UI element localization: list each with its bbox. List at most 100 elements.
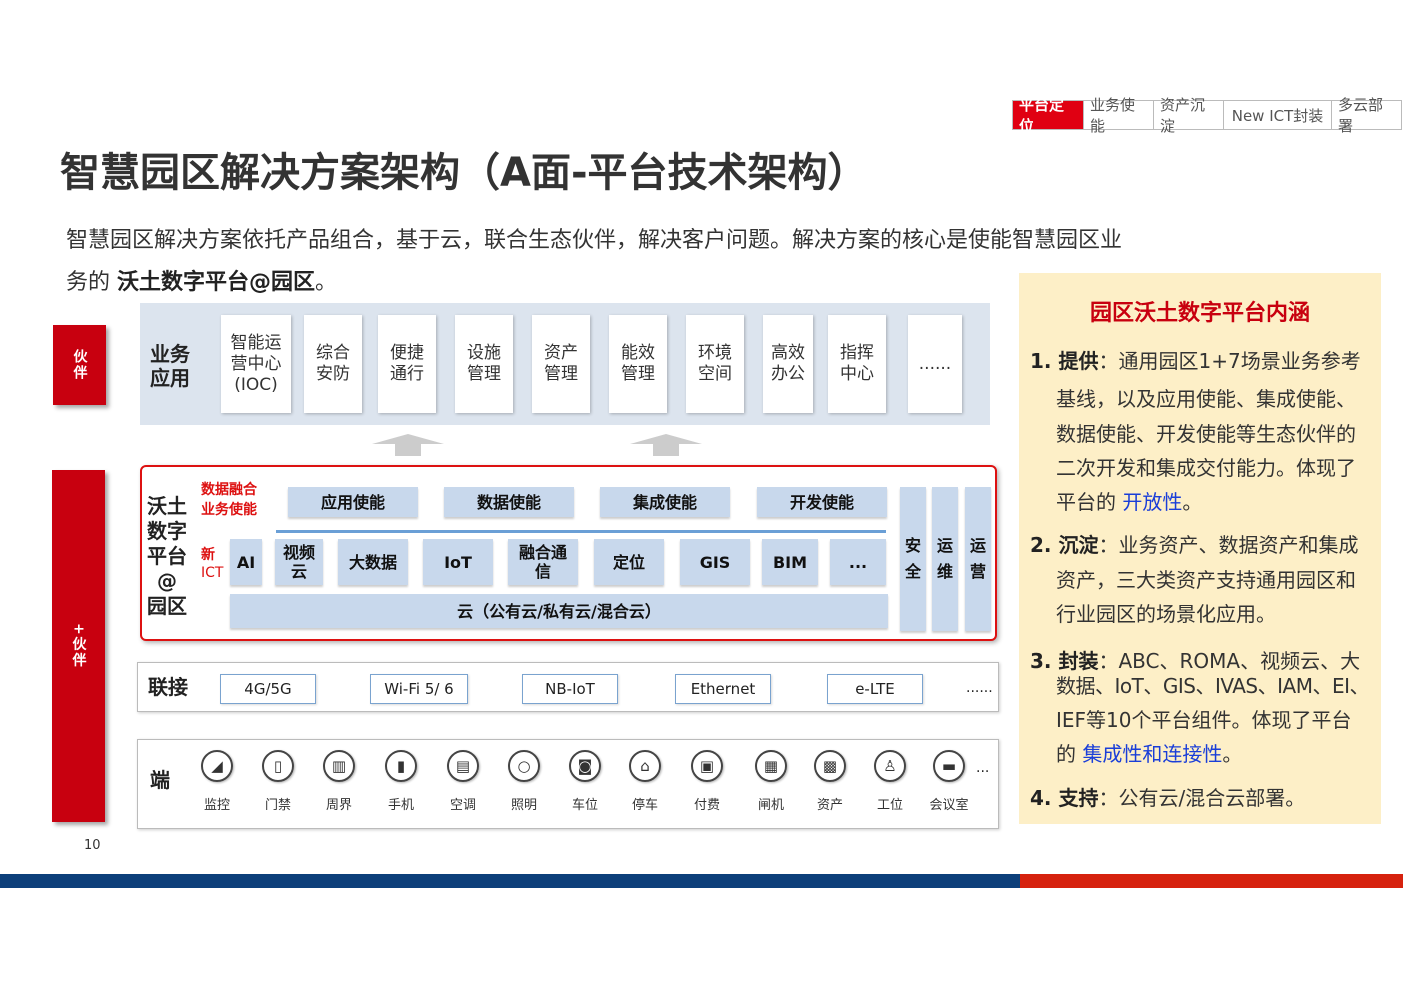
ict-video-cloud[interactable]: 视频云 [275,539,323,585]
conn-nb-iot[interactable]: NB-IoT [522,674,618,704]
point-number: 2. [1030,533,1059,557]
device-monitor[interactable]: ◢ 监控 [191,750,243,813]
app-card-more[interactable]: ...... [908,315,962,413]
panel-point-1: 1. 提供：通用园区1+7场景业务参考 [1030,345,1361,374]
tab-business-enablement[interactable]: 业务使能 [1083,96,1153,135]
tab-asset-accumulation[interactable]: 资产沉淀 [1153,96,1223,135]
panel-point-2-line: 资产，三大类资产支持通用园区和 [1056,568,1356,592]
app-card-asset[interactable]: 资产 管理 [532,315,590,413]
highlight-openness: 开放性 [1122,490,1183,514]
device-label: 工位 [876,798,903,813]
side-line: 维 [936,562,953,581]
ict-iot[interactable]: IoT [423,539,493,585]
platform-label-line: 园区 [147,594,187,618]
app-card-environment[interactable]: 环境 空间 [686,315,744,413]
side-line: 安 [904,536,921,555]
business-row-label-l2: 应用 [150,366,190,390]
app-card-security[interactable]: 综合 安防 [304,315,362,413]
app-card-facility[interactable]: 设施 管理 [455,315,513,413]
pay-icon: ▣ [691,750,723,782]
panel-point-1-line: 平台的 开放性。 [1056,486,1202,515]
enabler-integration[interactable]: 集成使能 [600,487,730,517]
device-label: 监控 [203,798,230,813]
device-gate[interactable]: ▦ 闸机 [745,750,797,813]
ict-bim[interactable]: BIM [762,539,818,585]
tab-new-ict[interactable]: New ICT封装 [1223,101,1331,129]
panel-point-4: 4. 支持：公有云/混合云部署。 [1030,782,1305,811]
up-arrow-icon [630,434,702,444]
conn-4g5g[interactable]: 4G/5G [220,674,316,704]
device-label: 闸机 [757,798,784,813]
device-parking-space[interactable]: ◙ 车位 [559,750,611,813]
ict-big-data[interactable]: 大数据 [338,539,408,585]
app-card-line: 便捷 [390,343,424,363]
enabler-data[interactable]: 数据使能 [444,487,574,517]
ict-positioning[interactable]: 定位 [594,539,664,585]
device-label: 会议室 [929,798,969,813]
app-card-office[interactable]: 高效 办公 [763,315,813,413]
device-workstation[interactable]: ♙ 工位 [864,750,916,813]
bulb-icon: ○ [508,750,540,782]
app-card-command[interactable]: 指挥 中心 [828,315,886,413]
connect-row-label: 联接 [148,675,188,699]
app-card-line: 中心 [840,364,874,384]
app-card-access[interactable]: 便捷 通行 [378,315,436,413]
point-head: 支持 [1058,786,1099,810]
tab-multi-cloud[interactable]: 多云部署 [1331,96,1401,135]
device-ac[interactable]: ▤ 空调 [437,750,489,813]
side-security[interactable]: 安全 [900,487,926,631]
side-operations[interactable]: 运营 [965,487,991,631]
point-number: 3. [1030,649,1059,673]
app-card-line: 办公 [771,364,805,384]
business-row-label-l1: 业务 [150,342,190,366]
app-card-line: 高效 [771,343,805,363]
device-phone[interactable]: ▮ 手机 [375,750,427,813]
side-om[interactable]: 运维 [932,487,958,631]
ict-line: 视频 [282,543,315,562]
platform-label-line: @ [157,569,177,593]
device-perimeter[interactable]: ▥ 周界 [313,750,365,813]
app-card-ioc[interactable]: 智能运 营中心 (IOC) [221,315,291,413]
ac-icon: ▤ [447,750,479,782]
device-lighting[interactable]: ○ 照明 [498,750,550,813]
cloud-bar[interactable]: 云（公有云/私有云/混合云） [230,594,888,628]
tab-platform-positioning[interactable]: 平台定位 [1013,96,1083,135]
side-line: 全 [904,562,921,581]
partner-label-top-text: 伙伴 [71,349,88,381]
app-card-energy[interactable]: 能效 管理 [609,315,667,413]
panel-point-1-line: 基线，以及应用使能、集成使能、 [1056,387,1356,411]
point-head: 沉淀 [1058,533,1099,557]
enablement-tag-l2: 业务使能 [201,502,257,518]
ict-ai[interactable]: AI [230,539,262,585]
app-card-line: 安防 [316,364,350,384]
app-card-line: (IOC) [234,374,278,395]
enablement-tag: 数据融合 业务使能 [201,480,257,520]
ict-more[interactable]: ... [830,539,886,585]
device-label: 车位 [571,798,598,813]
device-asset[interactable]: ▩ 资产 [804,750,856,813]
conn-elte[interactable]: e-LTE [827,674,923,704]
ict-unified-comm[interactable]: 融合通信 [508,539,578,585]
enabler-application[interactable]: 应用使能 [288,487,418,517]
up-arrow-icon [372,434,444,444]
panel-point-3-line: 数据、IoT、GIS、IVAS、IAM、EI、 [1056,674,1370,698]
camera-icon: ◢ [201,750,233,782]
device-door[interactable]: ▯ 门禁 [252,750,304,813]
device-payment[interactable]: ▣ 付费 [681,750,733,813]
device-label: 空调 [449,798,476,813]
panel-point-3-line: 的 集成性和连接性。 [1056,738,1242,767]
panel-point-3-line: IEF等10个平台组件。体现了平台 [1056,708,1352,732]
app-card-line: 管理 [621,364,655,384]
app-card-line: 空间 [698,364,732,384]
point-head: 提供 [1058,349,1099,373]
device-meeting-room[interactable]: ▬ 会议室 [923,750,975,813]
conn-ethernet[interactable]: Ethernet [675,674,771,704]
device-label: 照明 [510,798,537,813]
platform-label: 沃土 数字 平台 @ 园区 [147,494,187,619]
enabler-development[interactable]: 开发使能 [757,487,887,517]
ict-gis[interactable]: GIS [680,539,750,585]
device-parking[interactable]: ⌂ 停车 [619,750,671,813]
door-icon: ▯ [262,750,294,782]
conn-wifi[interactable]: Wi-Fi 5/ 6 [370,674,468,704]
parking-icon: ⌂ [629,750,661,782]
